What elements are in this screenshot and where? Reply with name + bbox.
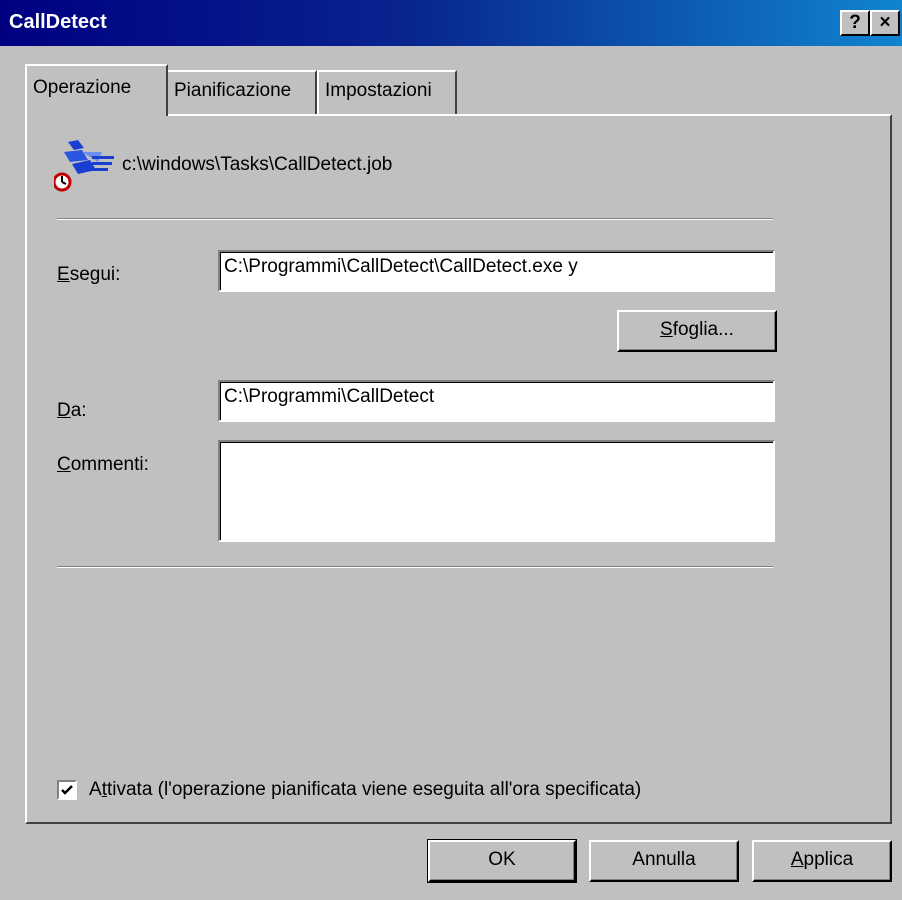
cancel-button[interactable]: Annulla	[589, 840, 739, 882]
start-in-label: Da:	[57, 400, 87, 421]
enabled-checkbox[interactable]	[57, 780, 77, 800]
tab-label: Impostazioni	[325, 80, 432, 101]
start-in-input[interactable]: C:\Programmi\CallDetect	[218, 380, 775, 422]
apply-button[interactable]: Applica	[752, 840, 892, 882]
tab-label: Pianificazione	[174, 80, 292, 101]
task-properties-dialog: CallDetect ? × Operazione Pianificazione…	[0, 0, 902, 900]
window-title: CallDetect	[9, 11, 107, 33]
close-button[interactable]: ×	[870, 10, 900, 36]
browse-button[interactable]: Sfoglia...	[617, 310, 777, 352]
tab-label: Operazione	[33, 77, 132, 98]
help-button[interactable]: ?	[840, 10, 870, 36]
tab-impostazioni[interactable]: Impostazioni	[317, 70, 457, 114]
run-label: Esegui:	[57, 264, 121, 285]
tab-panel-operazione: c:\windows\Tasks\CallDetect.job Esegui: …	[25, 114, 892, 824]
ok-button[interactable]: OK	[427, 839, 577, 883]
task-file-path: c:\windows\Tasks\CallDetect.job	[122, 154, 393, 175]
enabled-label[interactable]: Attivata (l'operazione pianificata viene…	[89, 779, 641, 801]
separator	[57, 566, 773, 568]
separator	[57, 218, 773, 220]
scheduled-task-icon	[52, 138, 114, 198]
comments-textarea[interactable]	[218, 440, 775, 542]
run-command-input[interactable]: C:\Programmi\CallDetect\CallDetect.exe y	[218, 250, 775, 292]
tab-pianificazione[interactable]: Pianificazione	[166, 70, 317, 114]
tab-operazione[interactable]: Operazione	[25, 64, 168, 116]
comments-label: Commenti:	[57, 454, 149, 475]
checkmark-icon	[61, 785, 73, 795]
title-bar[interactable]: CallDetect ? ×	[0, 0, 902, 46]
